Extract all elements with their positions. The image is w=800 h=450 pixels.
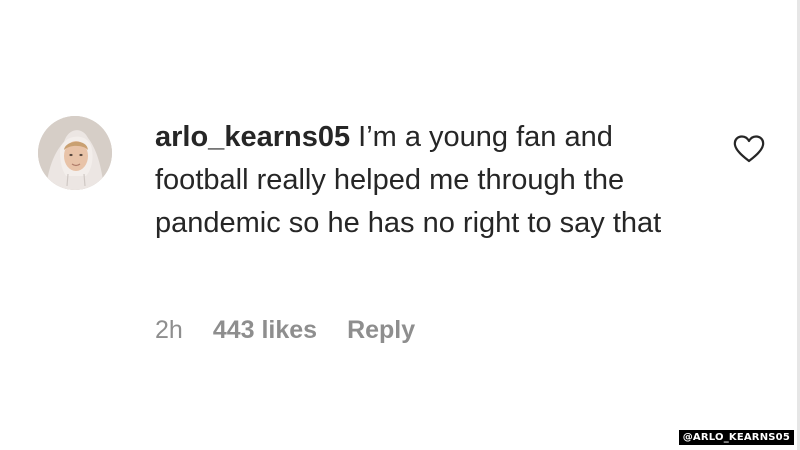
avatar[interactable]	[38, 116, 112, 190]
comment-text: arlo_kearns05 I’m a young fan and footba…	[155, 116, 695, 245]
comment-username[interactable]: arlo_kearns05	[155, 121, 350, 153]
reply-button[interactable]: Reply	[347, 316, 415, 345]
image-credit: @ARLO_KEARNS05	[678, 430, 794, 445]
comment-row: arlo_kearns05 I’m a young fan and footba…	[38, 116, 765, 356]
comment-meta: 2h 443 likes Reply	[155, 316, 415, 345]
comment-like-count[interactable]: 443 likes	[213, 316, 317, 345]
comment-body: arlo_kearns05 I’m a young fan and footba…	[155, 116, 695, 245]
heart-outline-icon	[733, 135, 765, 163]
comment-timestamp: 2h	[155, 316, 183, 344]
like-button[interactable]	[732, 134, 766, 164]
avatar-photo	[38, 116, 112, 190]
